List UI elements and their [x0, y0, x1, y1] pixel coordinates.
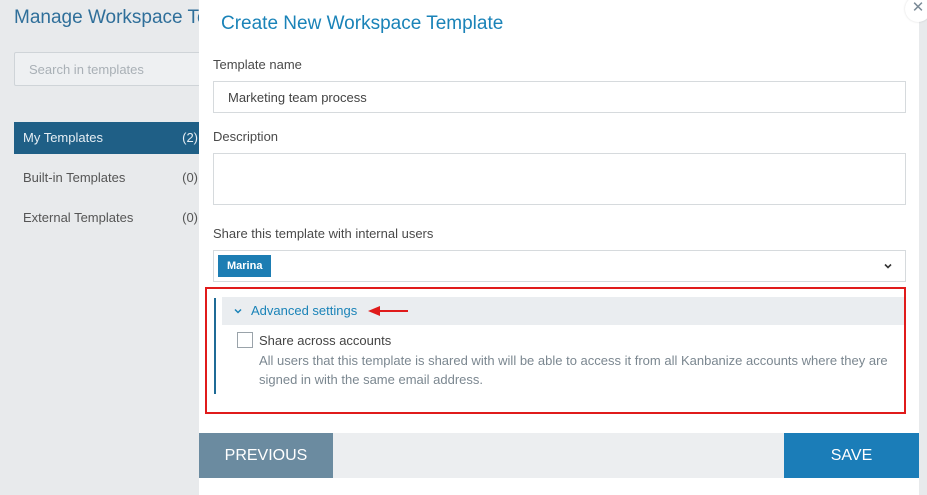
template-name-input[interactable] — [213, 81, 906, 113]
save-button[interactable]: SAVE — [784, 433, 919, 478]
close-icon: ✕ — [911, 0, 925, 16]
previous-button[interactable]: PREVIOUS — [199, 433, 333, 478]
nav-item-count: (2) — [182, 130, 198, 145]
nav-item-my-templates[interactable]: My Templates (2) — [14, 122, 204, 154]
modal-footer: PREVIOUS SAVE — [199, 433, 919, 478]
nav-item-label: External Templates — [23, 210, 134, 225]
nav-item-label: My Templates — [23, 130, 103, 145]
modal-title: Create New Workspace Template — [221, 13, 504, 34]
nav-item-external-templates[interactable]: External Templates (0) — [14, 202, 204, 234]
chevron-down-icon — [234, 308, 242, 314]
user-chip[interactable]: Marina — [218, 255, 272, 277]
chevron-down-icon[interactable] — [882, 260, 894, 272]
share-users-label: Share this template with internal users — [213, 226, 434, 241]
advanced-settings-label: Advanced settings — [251, 303, 358, 318]
section-divider — [214, 298, 216, 394]
nav-item-count: (0) — [182, 170, 198, 185]
nav-item-label: Built-in Templates — [23, 170, 126, 185]
template-name-label: Template name — [213, 57, 302, 72]
description-label: Description — [213, 129, 279, 144]
share-across-accounts-help: All users that this template is shared w… — [259, 353, 888, 387]
advanced-settings-section: Advanced settings Share across accounts … — [205, 287, 906, 414]
description-input[interactable] — [213, 153, 906, 205]
nav-item-built-in-templates[interactable]: Built-in Templates (0) — [14, 162, 204, 194]
arrow-left-icon — [368, 306, 408, 316]
share-across-accounts-checkbox[interactable] — [237, 332, 253, 348]
share-users-select[interactable]: Marina — [213, 250, 906, 282]
template-search-input[interactable]: Search in templates — [14, 52, 214, 86]
create-template-modal: Create New Workspace Template Template n… — [199, 0, 919, 495]
share-across-accounts-label: Share across accounts — [259, 333, 392, 348]
nav-item-count: (0) — [182, 210, 198, 225]
advanced-settings-toggle[interactable]: Advanced settings — [222, 297, 904, 325]
page-title: Manage Workspace Te — [14, 7, 208, 28]
